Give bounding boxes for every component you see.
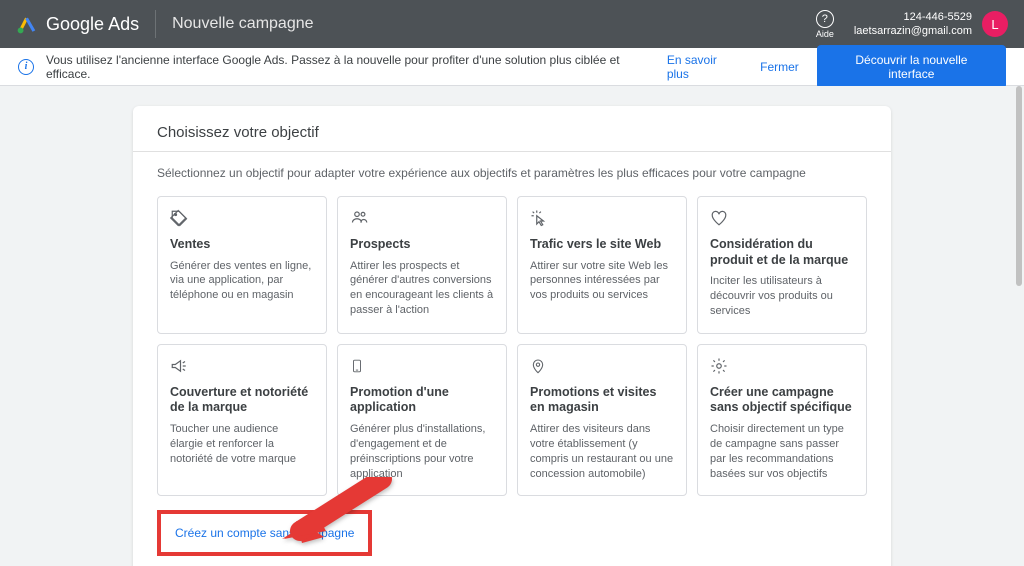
goal-no-objective[interactable]: Créer une campagne sans objectif spécifi…: [697, 344, 867, 497]
goal-reach[interactable]: Couverture et notoriété de la marque Tou…: [157, 344, 327, 497]
goal-leads[interactable]: Prospects Attirer les prospects et génér…: [337, 196, 507, 334]
objective-card: Choisissez votre objectif Sélectionnez u…: [133, 106, 891, 566]
main-canvas: Choisissez votre objectif Sélectionnez u…: [0, 86, 1024, 566]
people-icon: [350, 209, 494, 229]
cursor-click-icon: [530, 209, 674, 229]
close-link[interactable]: Fermer: [760, 60, 799, 74]
google-ads-logo-icon: [16, 13, 38, 35]
skip-highlight-box: Créez un compte sans campagne: [157, 510, 372, 556]
goals-grid: Ventes Générer des ventes en ligne, via …: [157, 196, 867, 496]
card-subtitle: Sélectionnez un objectif pour adapter vo…: [157, 166, 867, 180]
logo[interactable]: Google Ads: [16, 13, 139, 35]
learn-more-link[interactable]: En savoir plus: [667, 53, 742, 81]
top-bar: Google Ads Nouvelle campagne ? Aide 124-…: [0, 0, 1024, 48]
avatar[interactable]: L: [982, 11, 1008, 37]
account-info[interactable]: 124-446-5529 laetsarrazin@gmail.com L: [854, 10, 1008, 39]
goal-consideration[interactable]: Considération du produit et de la marque…: [697, 196, 867, 334]
account-id: 124-446-5529: [854, 10, 972, 24]
scrollbar[interactable]: [1016, 86, 1022, 286]
notice-bar: i Vous utilisez l'ancienne interface Goo…: [0, 48, 1024, 86]
goal-store[interactable]: Promotions et visites en magasin Attirer…: [517, 344, 687, 497]
goal-app[interactable]: Promotion d'une application Générer plus…: [337, 344, 507, 497]
tag-icon: [170, 209, 314, 229]
goal-traffic[interactable]: Trafic vers le site Web Attirer sur votr…: [517, 196, 687, 334]
goal-sales[interactable]: Ventes Générer des ventes en ligne, via …: [157, 196, 327, 334]
gear-icon: [710, 357, 854, 377]
header-divider: [155, 10, 156, 38]
card-title: Choisissez votre objectif: [157, 124, 867, 141]
phone-icon: [350, 357, 494, 377]
card-divider: [133, 151, 891, 152]
help-icon: ?: [816, 10, 834, 28]
megaphone-icon: [170, 357, 314, 377]
discover-button[interactable]: Découvrir la nouvelle interface: [817, 45, 1006, 89]
pin-icon: [530, 357, 674, 377]
notice-text: Vous utilisez l'ancienne interface Googl…: [46, 53, 667, 81]
info-icon: i: [18, 59, 34, 75]
logo-text: Google Ads: [46, 14, 139, 35]
page-title: Nouvelle campagne: [172, 15, 313, 33]
account-email: laetsarrazin@gmail.com: [854, 24, 972, 38]
create-without-campaign-link[interactable]: Créez un compte sans campagne: [175, 526, 354, 540]
heart-icon: [710, 209, 854, 229]
help-button[interactable]: ? Aide: [816, 10, 834, 39]
